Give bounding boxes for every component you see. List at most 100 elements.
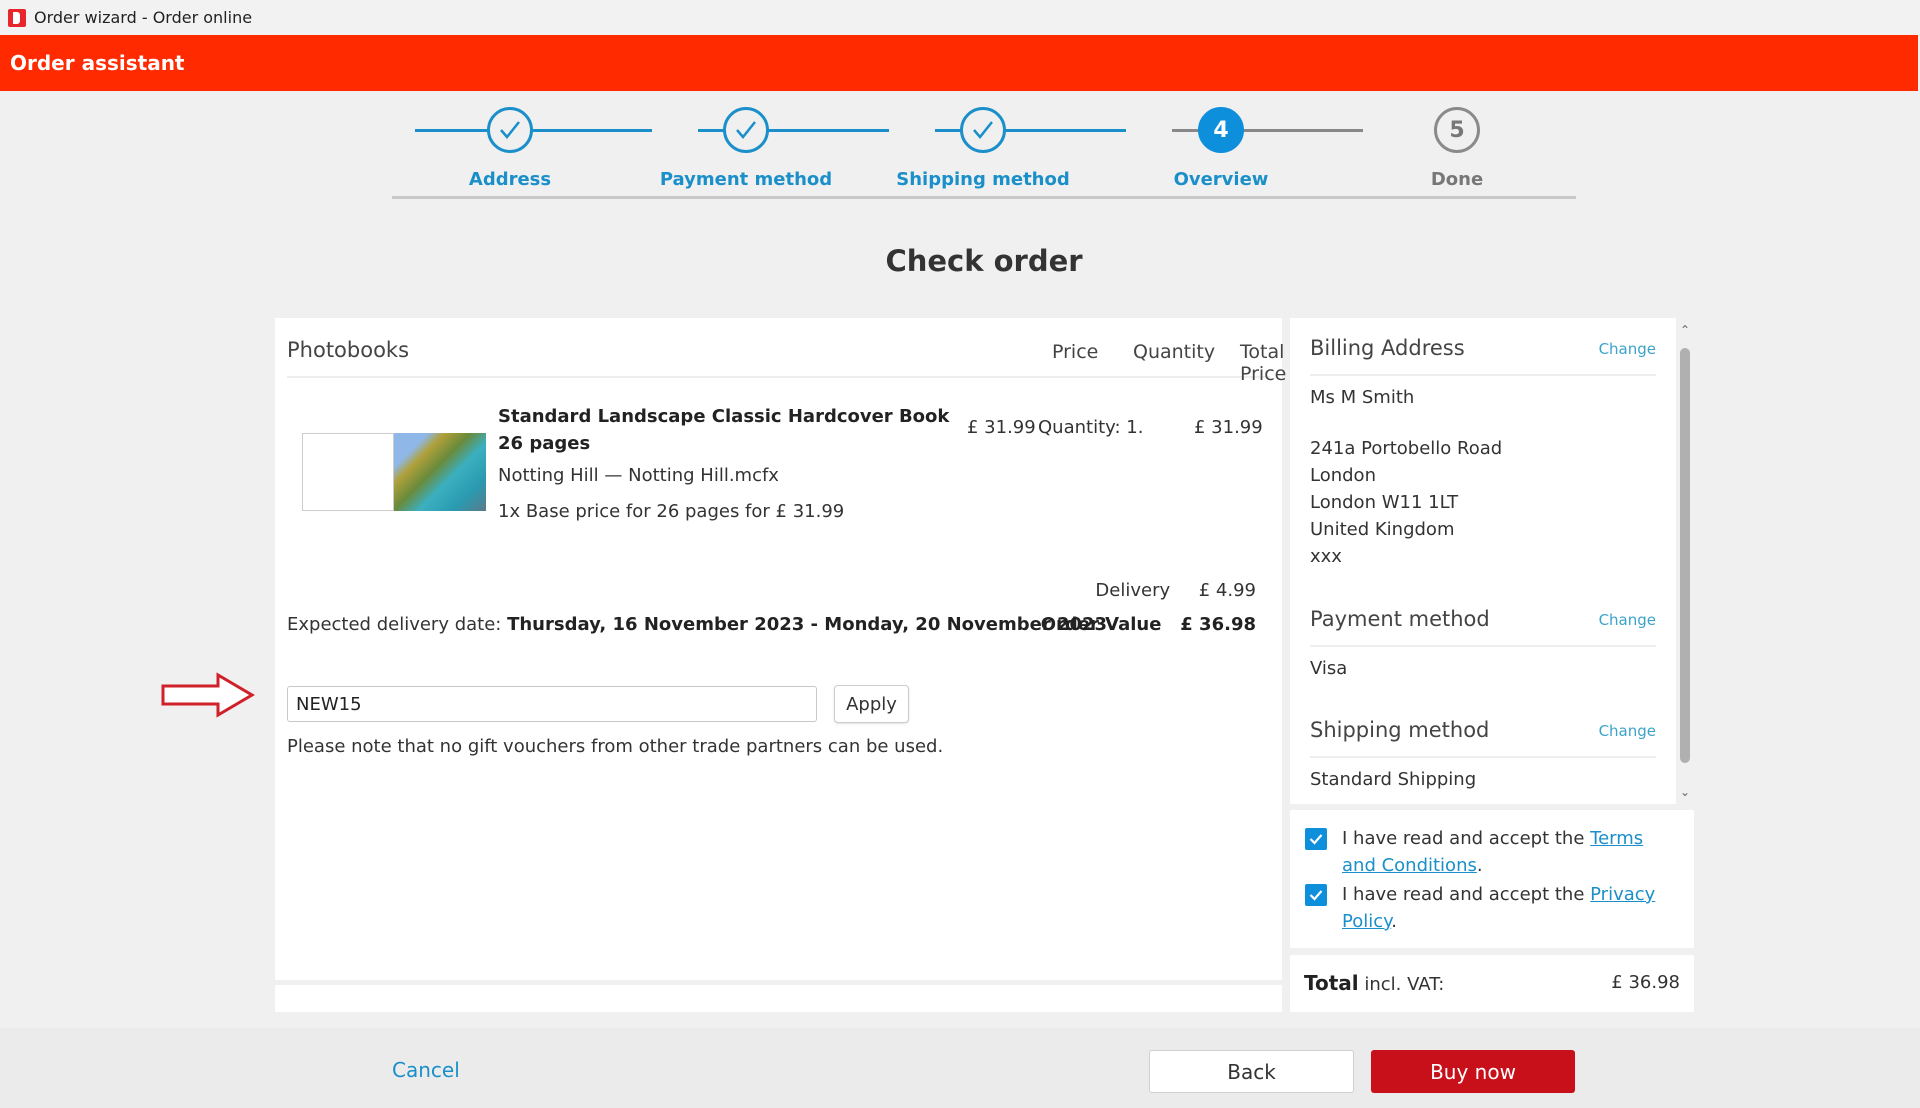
window-titlebar: Order wizard - Order online bbox=[0, 0, 1920, 35]
column-price: Price bbox=[1052, 341, 1099, 363]
back-button[interactable]: Back bbox=[1149, 1050, 1354, 1093]
change-payment-link[interactable]: Change bbox=[1599, 611, 1656, 629]
address-line: United Kingdom bbox=[1310, 519, 1455, 540]
scroll-down-icon[interactable]: ⌄ bbox=[1676, 784, 1694, 800]
expected-dates: Thursday, 16 November 2023 - Monday, 20 … bbox=[507, 614, 1108, 635]
column-quantity: Quantity bbox=[1133, 341, 1216, 363]
step-address[interactable]: Address bbox=[400, 100, 620, 190]
terms-checkbox[interactable] bbox=[1305, 828, 1327, 850]
pointer-arrow-icon bbox=[161, 672, 255, 718]
step-number: 5 bbox=[1434, 107, 1480, 153]
total-value: £ 36.98 bbox=[1611, 972, 1680, 993]
step-label: Address bbox=[468, 169, 552, 190]
change-billing-link[interactable]: Change bbox=[1599, 340, 1656, 358]
delivery-value: £ 4.99 bbox=[1198, 580, 1256, 601]
step-overview: 4 Overview bbox=[1111, 100, 1331, 190]
order-value-label: Order Value bbox=[1040, 614, 1162, 635]
check-icon bbox=[973, 121, 993, 139]
total-panel: Total incl. VAT: £ 36.98 bbox=[1290, 955, 1694, 1012]
section-title: Photobooks bbox=[287, 338, 410, 362]
item-quantity: Quantity: 1. bbox=[1038, 417, 1144, 438]
order-value: Order Value £ 36.98 bbox=[1041, 614, 1256, 635]
address-line: xxx bbox=[1310, 546, 1342, 567]
order-table-header: Photobooks Price Quantity Total Price bbox=[287, 338, 1286, 385]
shipping-value: Standard Shipping bbox=[1310, 769, 1477, 790]
check-icon bbox=[736, 121, 756, 139]
thumbnail-cover-image bbox=[394, 433, 486, 511]
shipping-title: Shipping method bbox=[1310, 718, 1490, 742]
payment-header: Payment method Change bbox=[1310, 605, 1656, 647]
payment-value: Visa bbox=[1310, 658, 1348, 679]
voucher-code-input[interactable] bbox=[287, 686, 817, 722]
column-total-price: Total Price bbox=[1240, 341, 1287, 385]
step-shipping-method[interactable]: Shipping method bbox=[873, 100, 1093, 190]
photobook-thumbnail bbox=[302, 433, 486, 511]
total-label-bold: Total bbox=[1304, 971, 1359, 995]
privacy-text: I have read and accept the Privacy Polic… bbox=[1342, 884, 1656, 932]
item-total: £ 31.99 bbox=[1194, 417, 1263, 438]
change-shipping-link[interactable]: Change bbox=[1599, 722, 1656, 740]
delivery-cost: Delivery £ 4.99 bbox=[1095, 580, 1256, 601]
shipping-method-section: Shipping method Change Standard Shipping bbox=[1310, 716, 1656, 793]
address-line: 241a Portobello Road bbox=[1310, 438, 1503, 459]
app-logo-icon bbox=[8, 8, 26, 27]
billing-address: Ms M Smith 241a Portobello Road London L… bbox=[1310, 384, 1656, 570]
item-pages: 26 pages bbox=[498, 433, 591, 454]
expected-label: Expected delivery date: bbox=[287, 614, 502, 635]
privacy-consent: I have read and accept the Privacy Polic… bbox=[1305, 881, 1672, 935]
window-title: Order wizard - Order online bbox=[34, 8, 253, 27]
footer-bar: Cancel Back Buy now bbox=[0, 1028, 1920, 1108]
buy-now-button[interactable]: Buy now bbox=[1371, 1050, 1575, 1093]
item-project-file: Notting Hill — Notting Hill.mcfx bbox=[498, 465, 779, 486]
stepper-divider bbox=[392, 196, 1576, 199]
address-line: London bbox=[1310, 465, 1376, 486]
order-panel-footer bbox=[275, 985, 1282, 1012]
order-summary-panel: Billing Address Change Ms M Smith 241a P… bbox=[1290, 318, 1676, 804]
order-value-amount: £ 36.98 bbox=[1180, 614, 1256, 635]
billing-address-section: Billing Address Change Ms M Smith 241a P… bbox=[1310, 334, 1656, 570]
apply-voucher-button[interactable]: Apply bbox=[834, 685, 909, 723]
consent-prefix: I have read and accept the bbox=[1342, 884, 1585, 905]
step-circle bbox=[960, 107, 1006, 153]
summary-scrollbar[interactable]: ⌃ ⌄ bbox=[1676, 318, 1694, 804]
voucher-note: Please note that no gift vouchers from o… bbox=[287, 736, 944, 757]
terms-consent: I have read and accept the Terms and Con… bbox=[1305, 825, 1672, 879]
shipping-header: Shipping method Change bbox=[1310, 716, 1656, 758]
item-title: Standard Landscape Classic Hardcover Boo… bbox=[498, 403, 949, 457]
billing-name: Ms M Smith bbox=[1310, 387, 1415, 408]
thumbnail-left-page bbox=[302, 433, 394, 511]
step-payment-method[interactable]: Payment method bbox=[636, 100, 856, 190]
item-title-line: Standard Landscape Classic Hardcover Boo… bbox=[498, 406, 950, 427]
step-label: Payment method bbox=[659, 169, 833, 190]
step-label: Shipping method bbox=[896, 169, 1070, 190]
item-price: £ 31.99 bbox=[967, 417, 1036, 438]
order-stepper: Address Payment method Shipping method 4… bbox=[392, 100, 1576, 200]
payment-method-section: Payment method Change Visa bbox=[1310, 605, 1656, 682]
step-label: Overview bbox=[1173, 169, 1269, 190]
privacy-checkbox[interactable] bbox=[1305, 884, 1327, 906]
item-base-price: 1x Base price for 26 pages for £ 31.99 bbox=[498, 501, 845, 522]
header-title: Order assistant bbox=[10, 51, 185, 75]
expected-delivery: Expected delivery date: Thursday, 16 Nov… bbox=[287, 614, 1107, 635]
step-circle bbox=[487, 107, 533, 153]
checkmark-icon bbox=[1309, 890, 1323, 901]
total-label: Total incl. VAT: bbox=[1304, 971, 1444, 995]
cancel-link[interactable]: Cancel bbox=[392, 1058, 460, 1082]
checkmark-icon bbox=[1309, 834, 1323, 845]
consent-panel: I have read and accept the Terms and Con… bbox=[1290, 810, 1694, 948]
step-done: 5 Done bbox=[1347, 100, 1567, 190]
consent-prefix: I have read and accept the bbox=[1342, 828, 1585, 849]
step-number: 4 bbox=[1198, 107, 1244, 153]
address-line: London W11 1LT bbox=[1310, 492, 1459, 513]
payment-title: Payment method bbox=[1310, 607, 1490, 631]
billing-title: Billing Address bbox=[1310, 336, 1465, 360]
billing-header: Billing Address Change bbox=[1310, 334, 1656, 376]
step-label: Done bbox=[1430, 169, 1484, 190]
check-icon bbox=[500, 121, 520, 139]
scrollbar-thumb[interactable] bbox=[1680, 348, 1690, 763]
app-header: Order assistant bbox=[0, 35, 1918, 91]
scroll-up-icon[interactable]: ⌃ bbox=[1676, 322, 1694, 338]
step-circle bbox=[723, 107, 769, 153]
delivery-label: Delivery bbox=[1095, 580, 1171, 601]
total-label-suffix: incl. VAT: bbox=[1364, 974, 1445, 995]
